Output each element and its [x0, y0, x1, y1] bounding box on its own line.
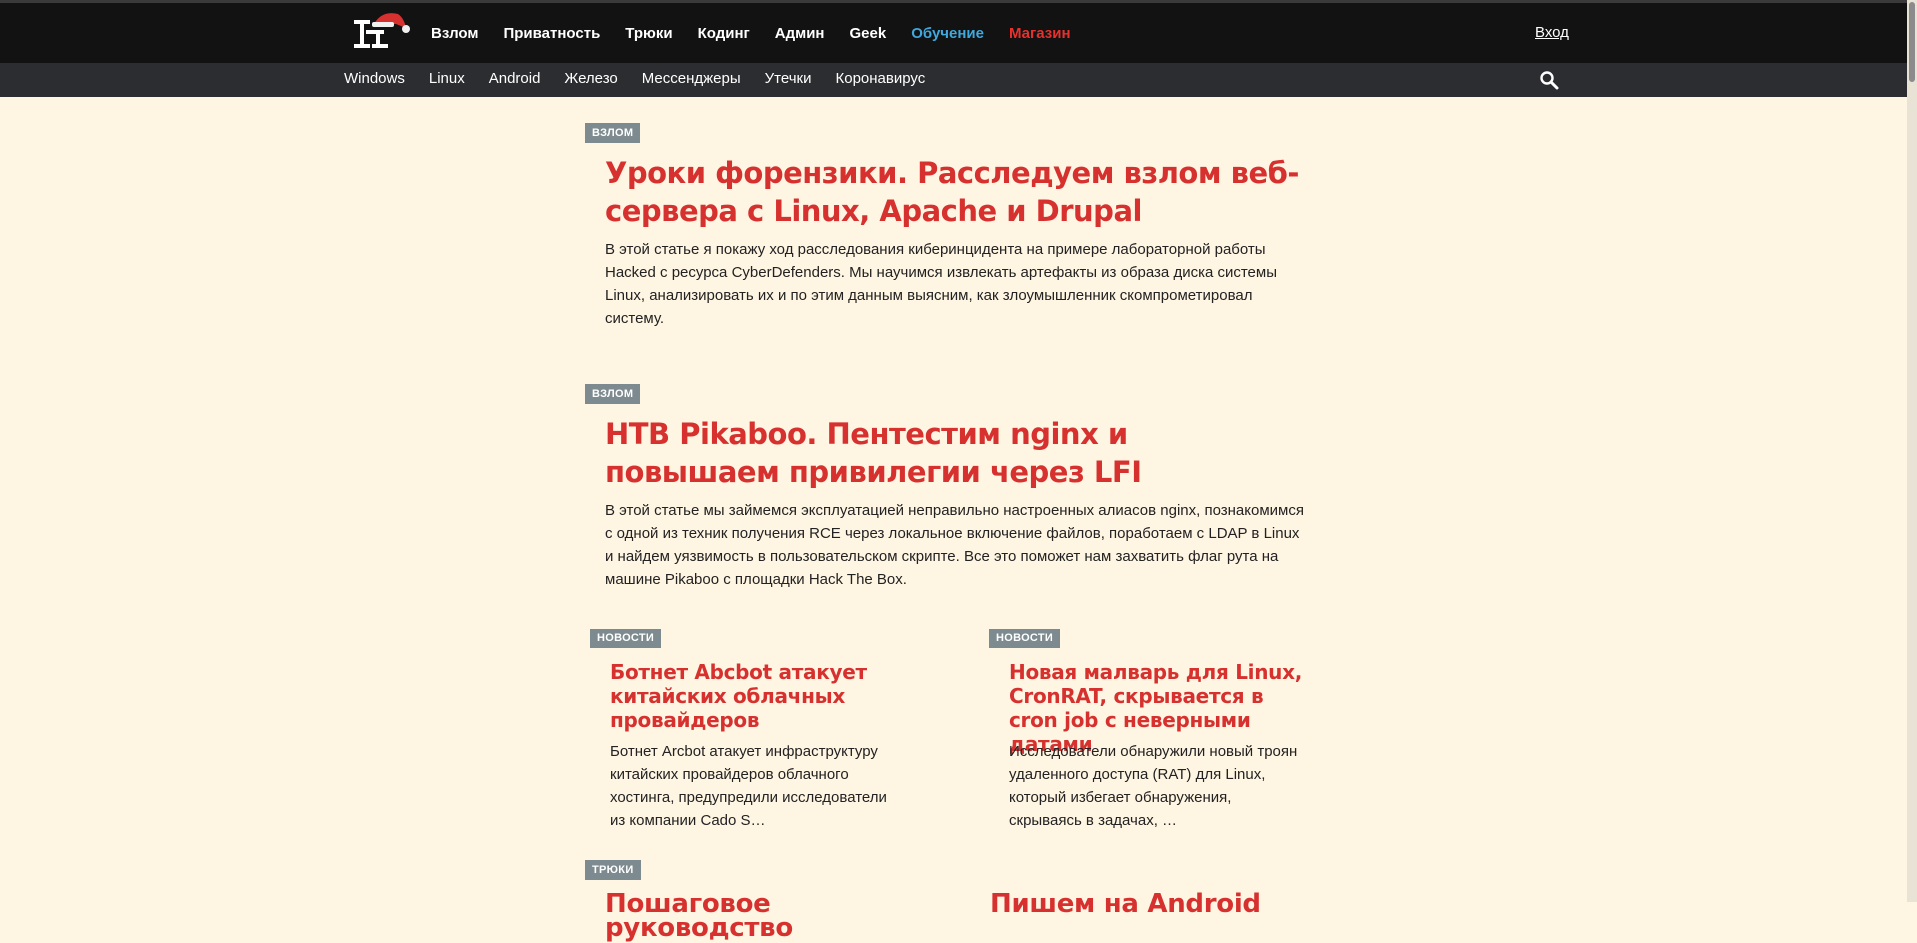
main-nav: Взлом Приватность Трюки Кодинг Админ Gee… [431, 25, 1096, 43]
login-link[interactable]: Вход [1535, 24, 1569, 42]
category-badge[interactable]: новости [989, 629, 1061, 648]
category-badge[interactable]: новости [590, 629, 662, 648]
nav-privacy[interactable]: Приватность [503, 25, 600, 43]
search-icon[interactable] [1539, 70, 1559, 90]
subnav-messengers[interactable]: Мессенджеры [642, 69, 741, 89]
site-logo[interactable] [352, 8, 412, 54]
nav-geek[interactable]: Geek [850, 25, 887, 43]
xakep-logo-icon [354, 13, 410, 48]
page-scrollbar[interactable] [1907, 0, 1917, 902]
article-description: В этой статье мы займемся эксплуатацией … [605, 502, 1304, 588]
nav-tricks[interactable]: Трюки [625, 25, 672, 43]
nav-shop[interactable]: Магазин [1009, 25, 1071, 43]
article-title[interactable]: HTB Pikaboo. Пентестим nginx и повышаем … [605, 415, 1305, 491]
nav-admin[interactable]: Админ [775, 25, 825, 43]
subnav-coronavirus[interactable]: Коронавирус [835, 69, 925, 89]
news-description: Исследователи обнаружили новый троян уда… [1009, 743, 1298, 829]
nav-education[interactable]: Обучение [911, 25, 984, 43]
sub-nav: Windows Linux Android Железо Мессенджеры… [344, 69, 949, 89]
subnav-linux[interactable]: Linux [429, 69, 465, 89]
news-title[interactable]: Пошаговое руководство [605, 891, 905, 941]
subnav-android[interactable]: Android [489, 69, 541, 89]
sub-navbar: Windows Linux Android Железо Мессенджеры… [0, 63, 1907, 97]
article-title[interactable]: Уроки форензики. Расследуем взлом веб-се… [605, 154, 1305, 230]
nav-coding[interactable]: Кодинг [698, 25, 750, 43]
category-badge[interactable]: взлом [585, 384, 641, 404]
category-badge[interactable]: трюки [585, 860, 641, 880]
news-title[interactable]: Пишем на Android [990, 891, 1290, 917]
news-description: Ботнет Arcbot атакует инфраструктуру кит… [610, 743, 887, 829]
subnav-windows[interactable]: Windows [344, 69, 405, 89]
category-badge[interactable]: взлом [585, 123, 641, 143]
article-description: В этой статье я покажу ход расследования… [605, 241, 1277, 327]
subnav-leaks[interactable]: Утечки [765, 69, 812, 89]
nav-hacking[interactable]: Взлом [431, 25, 478, 43]
subnav-hardware[interactable]: Железо [564, 69, 617, 89]
top-navbar: Взлом Приватность Трюки Кодинг Админ Gee… [0, 0, 1907, 63]
news-title[interactable]: Ботнет Abcbot атакует китайских облачных… [610, 660, 910, 732]
scrollbar-thumb[interactable] [1909, 2, 1915, 82]
